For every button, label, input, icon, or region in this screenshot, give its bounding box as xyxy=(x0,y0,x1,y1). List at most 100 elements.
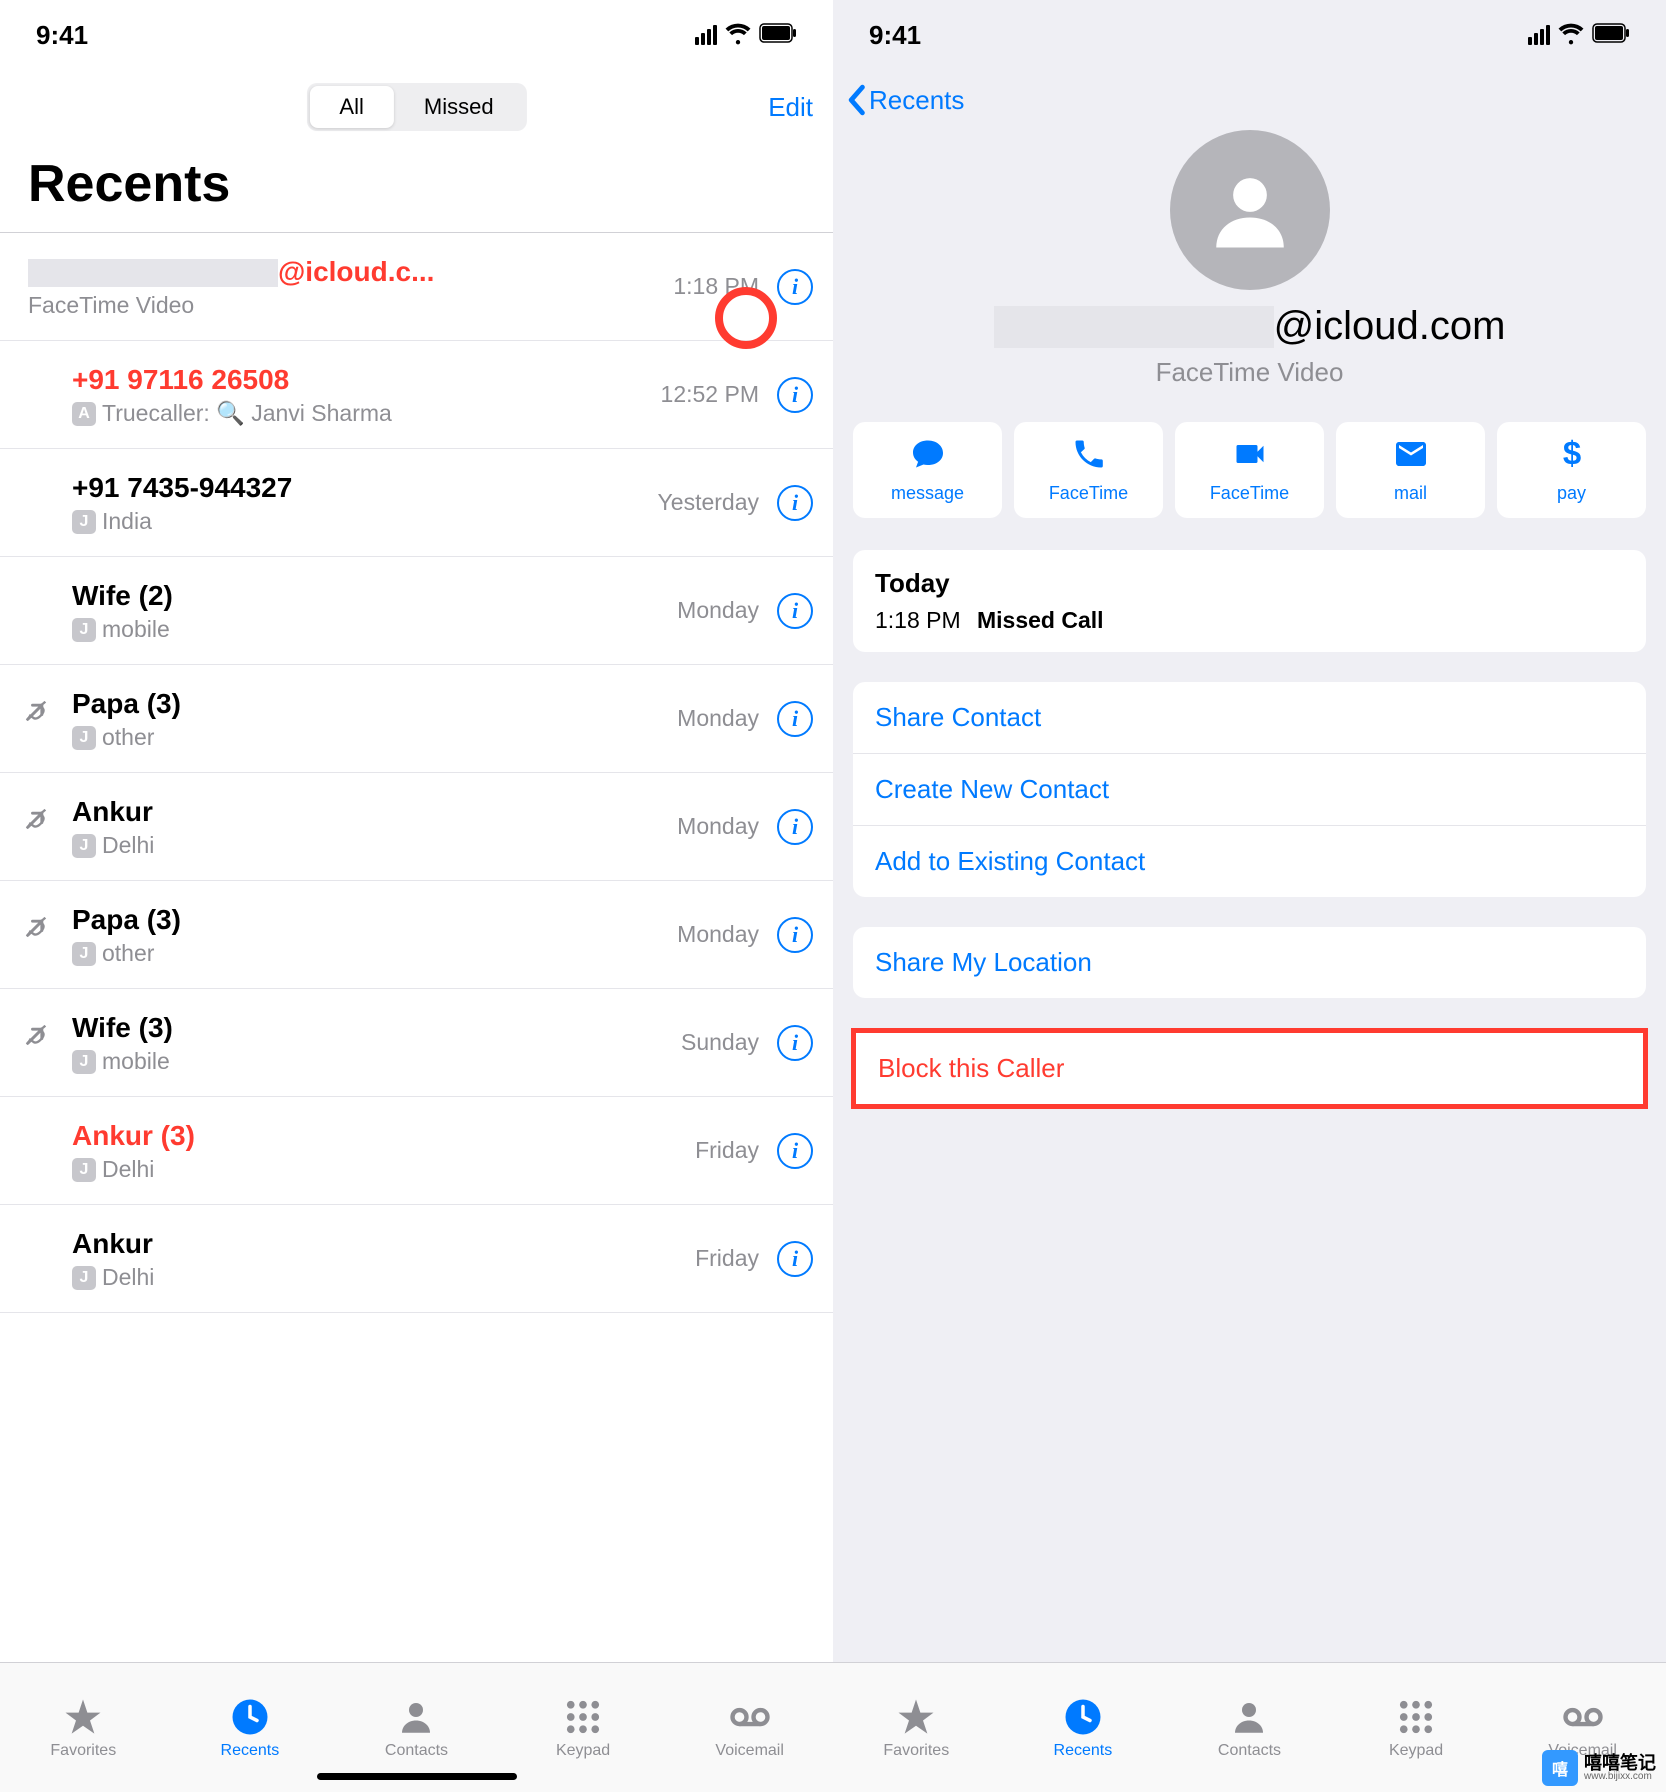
call-subtitle: Jmobile xyxy=(72,1048,681,1075)
nav-bar: All Missed Edit xyxy=(0,70,833,144)
tab-favorites[interactable]: Favorites xyxy=(833,1663,1000,1792)
call-name: Ankur (3) xyxy=(72,1118,695,1154)
segment-all[interactable]: All xyxy=(309,86,393,128)
contact-actions-section: Share ContactCreate New ContactAdd to Ex… xyxy=(853,682,1646,897)
action-buttons: message FaceTime FaceTime mail $ pay xyxy=(833,408,1666,532)
call-row[interactable]: Wife (3)JmobileSundayi xyxy=(0,989,833,1097)
status-icons xyxy=(1528,20,1630,51)
tab-keypad[interactable]: Keypad xyxy=(1333,1663,1500,1792)
back-button[interactable]: Recents xyxy=(845,84,964,116)
link-item[interactable]: Share Contact xyxy=(853,682,1646,754)
action-mail[interactable]: mail xyxy=(1336,422,1485,518)
contact-detail-screen: 9:41 Recents @icloud.com FaceTime Video … xyxy=(833,0,1666,1792)
call-list[interactable]: @icloud.c...FaceTime Video1:18 PMi+91 97… xyxy=(0,232,833,1662)
recents-screen: 9:41 All Missed Edit Recents @icloud.c..… xyxy=(0,0,833,1792)
call-history-entry: 1:18 PM Missed Call xyxy=(875,607,1624,634)
info-button[interactable]: i xyxy=(777,701,813,737)
call-subtitle: JDelhi xyxy=(72,1264,695,1291)
status-bar: 9:41 xyxy=(0,0,833,70)
tab-recents[interactable]: Recents xyxy=(1000,1663,1167,1792)
call-name: Wife (2) xyxy=(72,578,677,614)
info-button[interactable]: i xyxy=(777,485,813,521)
call-name: Ankur xyxy=(72,794,677,830)
tab-voicemail[interactable]: Voicemail xyxy=(666,1663,833,1792)
info-button[interactable]: i xyxy=(777,1133,813,1169)
watermark: 嘻 嘻嘻笔记 www.bijixx.com xyxy=(1542,1750,1656,1786)
status-time: 9:41 xyxy=(869,20,921,51)
call-subtitle: JIndia xyxy=(72,508,658,535)
call-subtitle: ATruecaller: 🔍 Janvi Sharma xyxy=(72,400,661,427)
call-row[interactable]: AnkurJDelhiMondayi xyxy=(0,773,833,881)
tab-label: Voicemail xyxy=(715,1742,783,1760)
call-row[interactable]: AnkurJDelhiFridayi xyxy=(0,1205,833,1313)
star-icon xyxy=(62,1696,104,1738)
segment-missed[interactable]: Missed xyxy=(394,86,524,128)
call-time: Monday xyxy=(677,705,759,732)
info-button[interactable]: i xyxy=(777,269,813,305)
call-subtitle: Jother xyxy=(72,724,677,751)
action-message[interactable]: message xyxy=(853,422,1002,518)
action-label: FaceTime xyxy=(1049,483,1128,504)
voicemail-icon xyxy=(729,1696,771,1738)
call-name: +91 97116 26508 xyxy=(72,362,661,398)
tab-recents[interactable]: Recents xyxy=(167,1663,334,1792)
redacted-name xyxy=(28,259,278,287)
block-caller-button[interactable]: Block this Caller xyxy=(856,1033,1643,1104)
call-row[interactable]: Papa (3)JotherMondayi xyxy=(0,665,833,773)
chevron-left-icon xyxy=(845,84,867,116)
battery-icon xyxy=(1592,23,1630,48)
call-subtitle: Jmobile xyxy=(72,616,677,643)
watermark-url: www.bijixx.com xyxy=(1584,1772,1656,1782)
info-button[interactable]: i xyxy=(777,377,813,413)
call-row[interactable]: Wife (2)JmobileMondayi xyxy=(0,557,833,665)
info-button[interactable]: i xyxy=(777,809,813,845)
dollar-icon: $ xyxy=(1554,436,1590,477)
watermark-title: 嘻嘻笔记 xyxy=(1584,1754,1656,1772)
tab-label: Recents xyxy=(221,1742,280,1760)
tab-keypad[interactable]: Keypad xyxy=(500,1663,667,1792)
action-dollar[interactable]: $ pay xyxy=(1497,422,1646,518)
back-label: Recents xyxy=(869,85,964,116)
app-badge: J xyxy=(72,1050,96,1074)
tab-label: Favorites xyxy=(50,1742,116,1760)
wifi-icon xyxy=(725,20,751,51)
home-indicator[interactable] xyxy=(317,1773,517,1780)
tab-label: Recents xyxy=(1054,1742,1113,1760)
action-label: pay xyxy=(1557,483,1586,504)
link-item[interactable]: Share My Location xyxy=(853,927,1646,998)
tab-contacts[interactable]: Contacts xyxy=(1166,1663,1333,1792)
app-badge: J xyxy=(72,726,96,750)
clock-icon xyxy=(1062,1696,1104,1738)
link-item[interactable]: Add to Existing Contact xyxy=(853,826,1646,897)
call-row[interactable]: Ankur (3)JDelhiFridayi xyxy=(0,1097,833,1205)
edit-button[interactable]: Edit xyxy=(768,92,813,123)
info-button[interactable]: i xyxy=(777,1025,813,1061)
call-name: Papa (3) xyxy=(72,686,677,722)
call-time: Friday xyxy=(695,1245,759,1272)
person-icon xyxy=(395,1696,437,1738)
call-time: Monday xyxy=(677,921,759,948)
keypad-icon xyxy=(562,1696,604,1738)
tab-label: Favorites xyxy=(883,1742,949,1760)
tab-favorites[interactable]: Favorites xyxy=(0,1663,167,1792)
info-button[interactable]: i xyxy=(777,917,813,953)
info-button[interactable]: i xyxy=(777,593,813,629)
call-row[interactable]: +91 7435-944327JIndiaYesterdayi xyxy=(0,449,833,557)
call-row[interactable]: +91 97116 26508ATruecaller: 🔍 Janvi Shar… xyxy=(0,341,833,449)
video-icon xyxy=(1232,436,1268,477)
app-badge: J xyxy=(72,1266,96,1290)
history-event: Missed Call xyxy=(977,607,1104,634)
link-item[interactable]: Create New Contact xyxy=(853,754,1646,826)
call-row[interactable]: Papa (3)JotherMondayi xyxy=(0,881,833,989)
voicemail-icon xyxy=(1562,1696,1604,1738)
app-badge: J xyxy=(72,510,96,534)
action-phone[interactable]: FaceTime xyxy=(1014,422,1163,518)
nav-back-row: Recents xyxy=(833,70,1666,130)
status-time: 9:41 xyxy=(36,20,88,51)
action-video[interactable]: FaceTime xyxy=(1175,422,1324,518)
info-button[interactable]: i xyxy=(777,1241,813,1277)
call-row[interactable]: @icloud.c...FaceTime Video1:18 PMi xyxy=(0,233,833,341)
mail-icon xyxy=(1393,436,1429,477)
action-label: FaceTime xyxy=(1210,483,1289,504)
avatar xyxy=(1170,130,1330,290)
